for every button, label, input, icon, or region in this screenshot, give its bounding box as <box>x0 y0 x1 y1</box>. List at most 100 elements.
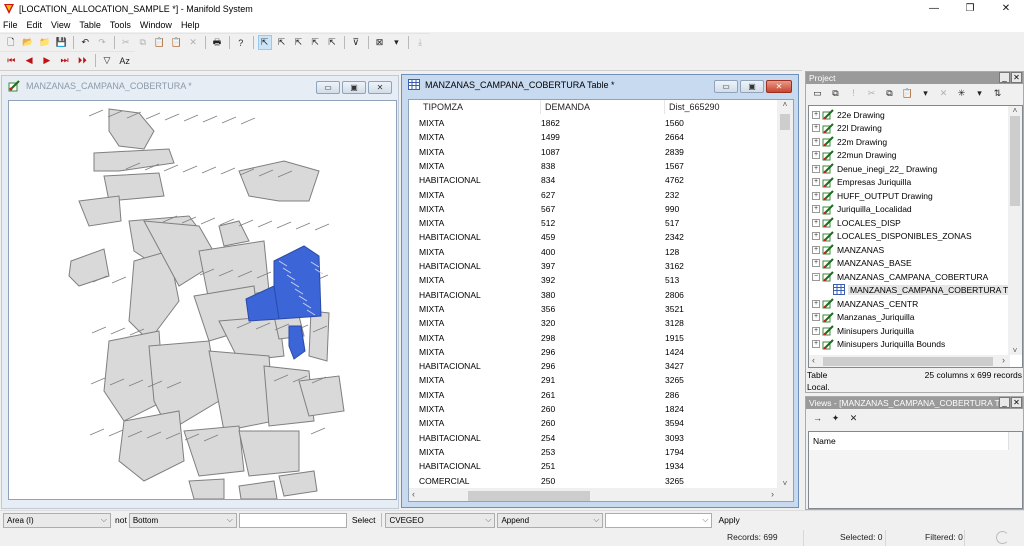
cell-tipomza[interactable]: MIXTA <box>419 190 444 200</box>
cell-tipomza[interactable]: HABITACIONAL <box>419 290 481 300</box>
map-close-button[interactable]: ✕ <box>368 81 392 94</box>
parcel-polygon[interactable] <box>68 248 110 287</box>
copy-button[interactable]: ⧉ <box>882 86 897 101</box>
cell-tipomza[interactable]: HABITACIONAL <box>419 232 481 242</box>
select-button[interactable]: Select <box>352 515 376 525</box>
dropdown-button[interactable]: ▾ <box>389 35 403 50</box>
horizontal-scrollbar[interactable]: ‹ › <box>409 488 793 501</box>
expand-icon[interactable]: + <box>812 164 820 173</box>
delete-button[interactable]: ✕ <box>186 35 200 50</box>
project-panel-titlebar[interactable]: Project _ ✕ <box>806 72 1023 84</box>
tree-item[interactable]: +22l Drawing <box>809 122 882 135</box>
cell-tipomza[interactable]: MIXTA <box>419 247 444 257</box>
refresh-button[interactable]: ⇅ <box>990 86 1005 101</box>
views-list[interactable]: Name <box>808 431 1023 509</box>
cell-dist[interactable]: 517 <box>665 218 679 228</box>
new-record-button[interactable]: ⏵⏵ <box>75 53 90 68</box>
add-view-button[interactable]: ✦ <box>828 411 843 426</box>
parcel-polygon[interactable] <box>78 195 122 227</box>
select-subtract-button[interactable]: ⇱ <box>291 35 305 50</box>
cell-dist[interactable]: 1824 <box>665 404 684 414</box>
hscroll-thumb[interactable] <box>823 357 993 366</box>
table-row[interactable]: MIXTA 261 286 <box>409 389 779 403</box>
menu-tools[interactable]: Tools <box>110 20 131 30</box>
delete-view-button[interactable]: ✕ <box>846 411 861 426</box>
dropdown-button[interactable]: ▾ <box>972 86 987 101</box>
table-row[interactable]: MIXTA 253 1794 <box>409 446 779 460</box>
tree-item[interactable]: MANZANAS_CAMPANA_COBERTURA T <box>827 283 1011 297</box>
previous-record-button[interactable]: ◀ <box>22 53 37 68</box>
cell-demanda[interactable]: 627 <box>541 190 555 200</box>
tree-item[interactable]: +22m Drawing <box>809 135 887 148</box>
cell-tipomza[interactable]: MIXTA <box>419 375 444 385</box>
expand-icon[interactable]: + <box>812 326 820 335</box>
cell-dist[interactable]: 3128 <box>665 318 684 328</box>
table-row[interactable]: MIXTA 512 517 <box>409 217 779 231</box>
collapse-icon[interactable]: − <box>812 272 820 281</box>
cell-tipomza[interactable]: MIXTA <box>419 118 444 128</box>
table-row[interactable]: MIXTA 567 990 <box>409 203 779 217</box>
cell-tipomza[interactable]: MIXTA <box>419 418 444 428</box>
tree-item[interactable]: +22mun Drawing <box>809 149 897 162</box>
cell-tipomza[interactable]: MIXTA <box>419 447 444 457</box>
cell-demanda[interactable]: 567 <box>541 204 555 214</box>
scroll-thumb[interactable] <box>1010 116 1020 206</box>
tree-item[interactable]: − MANZANAS_CAMPANA_COBERTURA <box>809 270 988 283</box>
operator-combo[interactable]: Bottom ⌵ <box>128 512 237 528</box>
scroll-left-icon[interactable]: ‹ <box>412 489 415 499</box>
cell-dist[interactable]: 2839 <box>665 147 684 157</box>
cut-button[interactable]: ✂ <box>864 86 879 101</box>
cell-demanda[interactable]: 260 <box>541 404 555 414</box>
table-row[interactable]: MIXTA 296 1424 <box>409 346 779 360</box>
cell-tipomza[interactable]: MIXTA <box>419 147 444 157</box>
cell-dist[interactable]: 1915 <box>665 333 684 343</box>
cell-dist[interactable]: 2664 <box>665 132 684 142</box>
cell-tipomza[interactable]: MIXTA <box>419 161 444 171</box>
tree-item[interactable]: + Juriquilla_Localidad <box>809 203 912 216</box>
maximize-button[interactable]: ❐ <box>954 0 986 17</box>
cell-dist[interactable]: 3265 <box>665 375 684 385</box>
menu-help[interactable]: Help <box>181 20 200 30</box>
table-row[interactable]: MIXTA 838 1567 <box>409 160 779 174</box>
select-toggle-button[interactable]: ⇱ <box>308 35 322 50</box>
expand-icon[interactable]: + <box>812 245 820 254</box>
map-drawing[interactable] <box>9 101 397 500</box>
expand-icon[interactable]: + <box>812 110 820 119</box>
cell-demanda[interactable]: 1499 <box>541 132 560 142</box>
parcel-polygon[interactable] <box>308 310 330 362</box>
table-row[interactable]: MIXTA 627 232 <box>409 189 779 203</box>
sort-button[interactable]: Aᴢ <box>117 53 132 68</box>
views-minimize-button[interactable]: _ <box>999 397 1010 408</box>
tree-item[interactable]: + Empresas Juriquilla <box>809 176 911 189</box>
hscroll-thumb[interactable] <box>468 491 590 501</box>
tree-vertical-scrollbar[interactable]: ˄ ˅ <box>1008 106 1022 355</box>
tree-item[interactable]: + MANZANAS_CENTR <box>809 297 918 310</box>
cell-tipomza[interactable]: MIXTA <box>419 132 444 142</box>
cell-demanda[interactable]: 834 <box>541 175 555 185</box>
cell-tipomza[interactable]: MIXTA <box>419 304 444 314</box>
new-component-button[interactable]: ✳ <box>954 86 969 101</box>
open-folder-button[interactable]: 📁 <box>38 35 52 50</box>
cell-demanda[interactable]: 1087 <box>541 147 560 157</box>
cell-tipomza[interactable]: HABITACIONAL <box>419 175 481 185</box>
apply-button[interactable]: Apply <box>718 515 739 525</box>
save-button[interactable]: 💾 <box>55 35 69 50</box>
expand-icon[interactable]: + <box>812 340 820 348</box>
cell-dist[interactable]: 3427 <box>665 361 684 371</box>
parcel-polygon[interactable] <box>238 160 320 202</box>
views-panel-titlebar[interactable]: Views - [MANZANAS_CAMPANA_COBERTURA Ta _… <box>806 397 1023 409</box>
dropdown-button[interactable]: ▾ <box>918 86 933 101</box>
table-minimize-button[interactable]: ▭ <box>714 80 738 93</box>
expression-combo[interactable]: ⌵ <box>605 512 713 528</box>
table-maximize-button[interactable]: ▣ <box>740 80 764 93</box>
selected-parcel-polygon[interactable] <box>273 245 322 320</box>
table-row[interactable]: MIXTA 298 1915 <box>409 332 779 346</box>
column-header-dist[interactable]: Dist_665290 <box>669 102 720 112</box>
cell-dist[interactable]: 3594 <box>665 418 684 428</box>
vertical-scrollbar[interactable]: ˄ ˅ <box>777 100 793 488</box>
expand-icon[interactable]: + <box>812 124 820 132</box>
cell-demanda[interactable]: 400 <box>541 247 555 257</box>
scroll-right-icon[interactable]: › <box>1002 355 1005 365</box>
table-row[interactable]: MIXTA 291 3265 <box>409 374 779 388</box>
views-close-button[interactable]: ✕ <box>1011 397 1022 408</box>
